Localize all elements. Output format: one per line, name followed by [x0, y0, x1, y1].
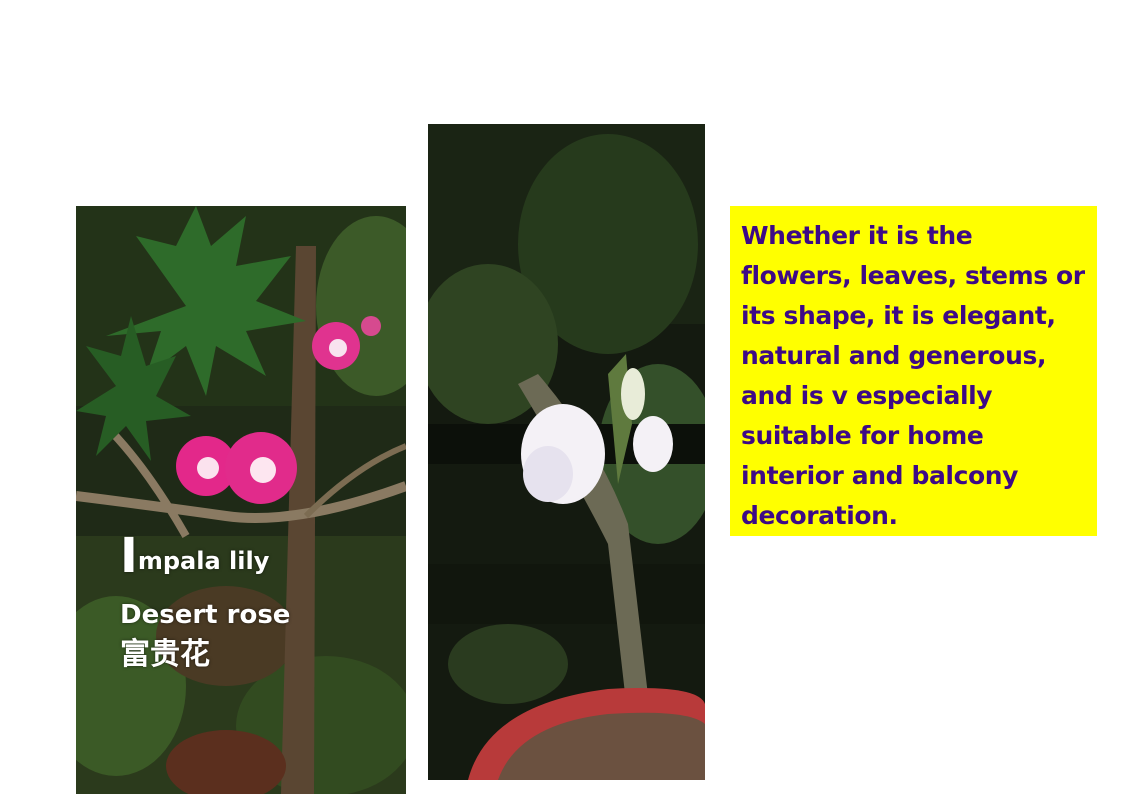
desert-rose-pink-photo: Impala lily Desert rose 富贵花 — [76, 206, 406, 794]
title-rest: mpala lily — [137, 547, 270, 575]
title-initial: I — [120, 528, 138, 584]
description-text: Whether it is the flowers, leaves, stems… — [741, 221, 1085, 530]
desert-rose-white-photo — [428, 124, 705, 780]
desert-rose-pink-image — [76, 206, 406, 794]
english-name-label: Desert rose — [120, 600, 291, 630]
overlay-title: Impala lily — [120, 532, 269, 580]
description-box: Whether it is the flowers, leaves, stems… — [730, 206, 1097, 536]
chinese-name-label: 富贵花 — [120, 637, 210, 672]
desert-rose-white-image — [428, 124, 705, 780]
